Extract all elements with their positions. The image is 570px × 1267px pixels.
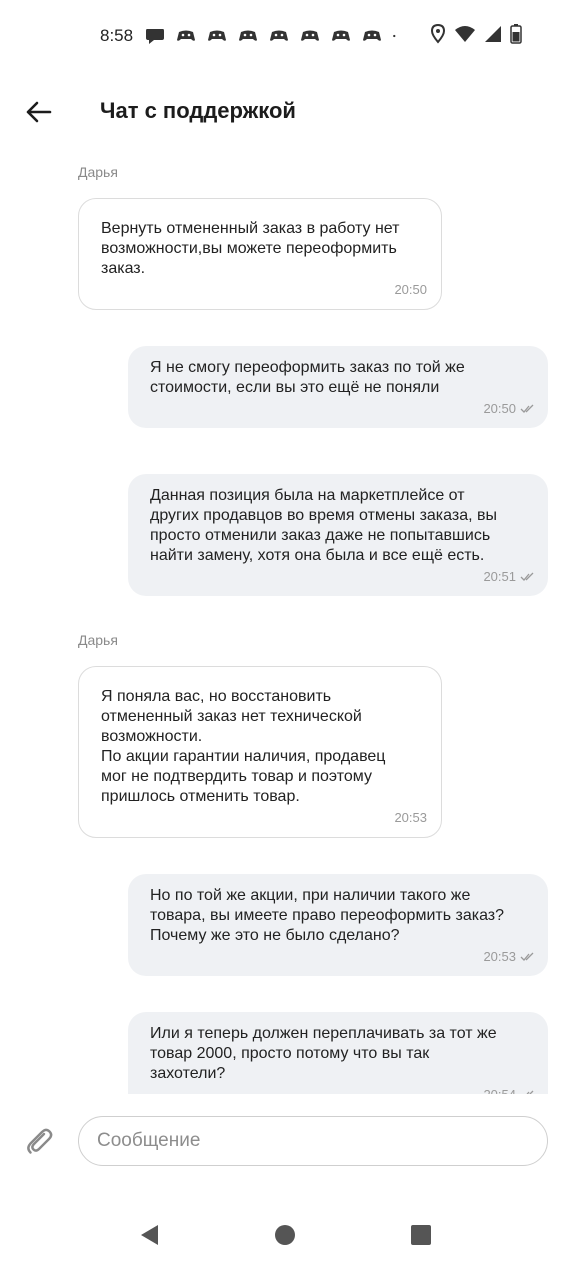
chat-bubble-icon bbox=[146, 29, 164, 44]
time-label: 20:50 bbox=[394, 282, 427, 297]
message-time: 20:50 bbox=[483, 399, 534, 419]
wifi-icon bbox=[455, 26, 475, 42]
gamepad-icon bbox=[239, 30, 257, 41]
time-label: 20:53 bbox=[483, 949, 516, 964]
gamepad-icon bbox=[177, 30, 195, 41]
time-label: 20:51 bbox=[483, 569, 516, 584]
status-bar: 8:58 bbox=[0, 18, 570, 54]
message-text: Я не смогу переоформить заказ по той же … bbox=[150, 359, 465, 396]
message-time: 20:54 bbox=[483, 1085, 534, 1094]
gamepad-icon bbox=[301, 30, 319, 41]
signal-icon bbox=[485, 26, 501, 42]
message-time: 20:51 bbox=[483, 567, 534, 587]
status-time: 8:58 bbox=[100, 26, 134, 45]
sender-name: Дарья bbox=[78, 164, 118, 180]
message-incoming[interactable]: Я поняла вас, но восстановить отмененный… bbox=[78, 666, 442, 838]
message-input[interactable] bbox=[78, 1116, 548, 1166]
notification-icons bbox=[144, 26, 402, 46]
paperclip-icon bbox=[27, 1128, 53, 1154]
page-title: Чат с поддержкой bbox=[100, 98, 296, 123]
message-outgoing[interactable]: Или я теперь должен переплачивать за тот… bbox=[128, 1012, 548, 1094]
message-time: 20:53 bbox=[394, 808, 427, 828]
message-incoming[interactable]: Вернуть отмененный заказ в работу нет во… bbox=[78, 198, 442, 310]
nav-recents-button[interactable] bbox=[406, 1220, 436, 1250]
gamepad-icon bbox=[208, 30, 226, 41]
gamepad-icon bbox=[332, 30, 350, 41]
double-check-icon bbox=[520, 952, 534, 961]
message-outgoing[interactable]: Данная позиция была на маркетплейсе от д… bbox=[128, 474, 548, 596]
battery-icon bbox=[510, 24, 522, 44]
message-text: Данная позиция была на маркетплейсе от д… bbox=[150, 487, 497, 564]
message-outgoing[interactable]: Но по той же акции, при наличии такого ж… bbox=[128, 874, 548, 976]
back-button[interactable] bbox=[20, 94, 56, 130]
recents-square-icon bbox=[411, 1225, 431, 1245]
double-check-icon bbox=[520, 404, 534, 413]
sender-name: Дарья bbox=[78, 632, 118, 648]
nav-home-button[interactable] bbox=[270, 1220, 300, 1250]
system-status-icons bbox=[430, 24, 522, 44]
time-label: 20:53 bbox=[394, 810, 427, 825]
nav-back-button[interactable] bbox=[134, 1220, 164, 1250]
message-outgoing[interactable]: Я не смогу переоформить заказ по той же … bbox=[128, 346, 548, 428]
attach-button[interactable] bbox=[22, 1124, 56, 1158]
home-circle-icon bbox=[275, 1225, 295, 1245]
system-nav-bar bbox=[0, 1206, 570, 1262]
message-composer bbox=[0, 1116, 570, 1168]
double-check-icon bbox=[520, 572, 534, 581]
message-text: Или я теперь должен переплачивать за тот… bbox=[150, 1025, 497, 1082]
arrow-left-icon bbox=[26, 101, 52, 123]
gamepad-icon bbox=[363, 30, 381, 41]
message-text: Но по той же акции, при наличии такого ж… bbox=[150, 887, 505, 944]
app-header: Чат с поддержкой bbox=[0, 84, 570, 140]
time-label: 20:54 bbox=[483, 1085, 516, 1094]
back-triangle-icon bbox=[141, 1225, 158, 1245]
message-time: 20:53 bbox=[483, 947, 534, 967]
gamepad-icon bbox=[270, 30, 288, 41]
message-time: 20:50 bbox=[394, 280, 427, 300]
message-text: Вернуть отмененный заказ в работу нет во… bbox=[101, 220, 400, 277]
dot-icon bbox=[393, 34, 396, 38]
time-label: 20:50 bbox=[483, 401, 516, 416]
chat-messages[interactable]: Дарья Вернуть отмененный заказ в работу … bbox=[0, 140, 570, 1094]
message-text: Я поняла вас, но восстановить отмененный… bbox=[101, 688, 386, 805]
double-check-icon bbox=[526, 1090, 534, 1094]
location-icon bbox=[430, 24, 446, 44]
